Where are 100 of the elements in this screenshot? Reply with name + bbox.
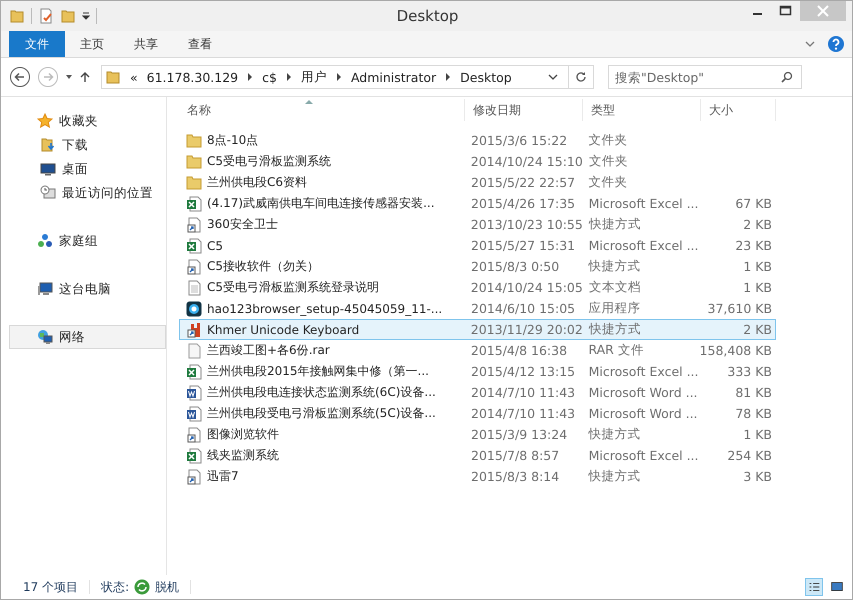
file-row[interactable]: (4.17)武威南供电车间电连接传感器安装... 2015/4/26 17:35 Microsoft Excel ... 67 KB (179, 193, 776, 214)
file-row[interactable]: 兰州供电段电连接状态监测系统(6C)设备... 2014/7/10 11:43 Microsoft Word ... 81 KB (179, 382, 776, 403)
file-name: 8点-10点 (207, 132, 258, 149)
sidebar-item[interactable]: 桌面 (9, 157, 166, 181)
file-type: 应用程序 (588, 300, 642, 317)
details-view-button[interactable] (805, 578, 823, 596)
globe-app-icon (186, 300, 202, 316)
file-row[interactable]: Khmer Unicode Keyboard 2013/11/29 20:02 快捷方式 2 KB (179, 319, 776, 340)
modified-date: 2014/7/10 11:43 (470, 406, 576, 421)
breadcrumb-item[interactable]: 61.178.30.129 (146, 70, 238, 84)
file-row[interactable]: 兰州供电段2015年接触网集中修（第一... 2015/4/12 13:15 Microsoft Excel ... 333 KB (179, 361, 776, 382)
file-row[interactable]: C5 2015/5/27 15:31 Microsoft Excel ... 23 KB (179, 235, 776, 256)
file-type: 快捷方式 (587, 426, 642, 443)
file-type: 文件夹 (588, 132, 629, 149)
sync-icon (134, 579, 150, 595)
file-type: 文本文档 (588, 279, 642, 296)
properties-icon[interactable] (38, 8, 54, 24)
breadcrumb-item[interactable]: 用户 (300, 68, 327, 86)
file-row[interactable]: 迅雷7 2015/8/3 8:14 快捷方式 3 KB (179, 466, 776, 487)
modified-date: 2014/10/24 15:10 (470, 154, 583, 169)
modified-date: 2014/6/10 15:05 (470, 301, 576, 316)
chevron-right-icon[interactable] (445, 73, 452, 81)
file-type: 快捷方式 (588, 216, 642, 233)
file-row[interactable]: 8点-10点 2015/3/6 15:22 文件夹 (179, 130, 776, 151)
file-row[interactable]: C5受电弓滑板监测系统登录说明 2014/10/24 15:05 文本文档 1 KB (179, 277, 776, 298)
file-row[interactable]: 兰州供电段C6资料 2015/5/22 22:57 文件夹 (179, 172, 776, 193)
column-header[interactable]: 大小 (701, 99, 776, 121)
file-row[interactable]: 图像浏览软件 2015/3/9 13:24 快捷方式 1 KB (179, 424, 776, 445)
window-title: Desktop (396, 7, 460, 25)
file-type: Microsoft Excel ... (588, 364, 700, 379)
offline-status: 脱机 (155, 578, 180, 596)
ribbon-tab[interactable]: 主页 (65, 31, 119, 57)
file-name: hao123browser_setup-45045059_11-... (207, 302, 442, 316)
chevron-right-icon[interactable] (286, 73, 292, 81)
sidebar-label: 最近访问的位置 (62, 184, 153, 202)
breadcrumb-item[interactable]: Administrator (350, 70, 436, 84)
ribbon-tab[interactable]: 共享 (119, 31, 173, 57)
ribbon-tab[interactable]: 查看 (173, 31, 227, 57)
sidebar-item[interactable]: 下载 (9, 133, 166, 157)
item-count: 17 个项目 (23, 578, 78, 596)
file-row[interactable]: 线夹监测系统 2015/7/8 8:57 Microsoft Excel ... 254 KB (179, 445, 776, 466)
back-button[interactable] (9, 66, 31, 88)
file-row[interactable]: C5接收软件（勿关） 2015/8/3 0:50 快捷方式 1 KB (179, 256, 776, 277)
document-icon (186, 406, 202, 422)
sidebar-label: 家庭组 (59, 232, 98, 250)
file-type: Microsoft Word ... (588, 385, 699, 400)
file-icon (186, 342, 202, 358)
recent-dropdown-icon[interactable] (65, 73, 73, 81)
file-size: 81 KB (734, 385, 774, 400)
sidebar-item[interactable]: 这台电脑 (9, 277, 166, 301)
file-row[interactable]: 兰西竣工图+各6份.rar 2015/4/8 16:38 RAR 文件 158,408 KB (179, 340, 776, 361)
help-icon[interactable] (828, 36, 844, 52)
column-header[interactable]: 修改日期 (465, 99, 583, 121)
column-header[interactable]: 名称 (179, 99, 465, 121)
modified-date: 2013/10/23 10:55 (470, 217, 583, 232)
new-folder-icon[interactable] (60, 8, 76, 24)
recent-places-icon (40, 185, 56, 201)
column-header[interactable]: 类型 (583, 99, 701, 121)
sidebar-label: 收藏夹 (59, 112, 98, 130)
shortcut-icon (186, 426, 202, 442)
file-row[interactable]: C5受电弓滑板监测系统 2014/10/24 15:10 文件夹 (179, 151, 776, 172)
file-row[interactable]: hao123browser_setup-45045059_11-... 2014/6/10 15:05 应用程序 37,610 KB (179, 298, 776, 319)
folder-icon[interactable] (9, 8, 25, 24)
breadcrumb-item[interactable]: « (130, 70, 138, 84)
file-name: 360安全卫士 (207, 216, 278, 233)
address-bar[interactable]: « 61.178.30.129 c$ 用户 Administrator Desktop (101, 65, 594, 89)
file-name: Khmer Unicode Keyboard (207, 322, 360, 336)
shortcut-icon (186, 468, 202, 484)
spreadsheet-icon (186, 448, 202, 464)
modified-date: 2013/11/29 20:02 (470, 322, 583, 337)
column-label: 大小 (709, 102, 733, 118)
file-name: 兰西竣工图+各6份.rar (207, 342, 330, 359)
file-name: 迅雷7 (207, 468, 239, 485)
column-label: 修改日期 (473, 102, 521, 118)
modified-date: 2015/4/8 16:38 (470, 343, 568, 358)
file-row[interactable]: 360安全卫士 2013/10/23 10:55 快捷方式 2 KB (179, 214, 776, 235)
file-name: 兰州供电段2015年接触网集中修（第一... (207, 363, 429, 380)
sidebar-item[interactable]: 家庭组 (9, 229, 166, 253)
sidebar-item[interactable]: 最近访问的位置 (9, 181, 166, 205)
shortcut-icon (186, 322, 202, 338)
sidebar-item[interactable]: 网络 (9, 325, 166, 349)
file-name: (4.17)武威南供电车间电连接传感器安装... (207, 195, 435, 212)
up-arrow-icon[interactable] (79, 71, 91, 83)
text-file-icon (186, 280, 202, 296)
search-field[interactable]: 搜索"Desktop" (608, 65, 802, 89)
sidebar-label: 这台电脑 (59, 280, 111, 298)
chevron-right-icon[interactable] (336, 73, 342, 81)
file-type: 文件夹 (588, 153, 629, 170)
folder-icon (186, 132, 202, 148)
sidebar-item[interactable]: 收藏夹 (9, 109, 166, 133)
dropdown-icon[interactable] (82, 12, 90, 20)
chevron-right-icon[interactable] (247, 73, 254, 81)
breadcrumb-item[interactable]: c$ (262, 70, 277, 84)
modified-date: 2015/8/3 8:14 (470, 469, 560, 484)
breadcrumb-item[interactable]: Desktop (460, 70, 512, 84)
file-name: 线夹监测系统 (207, 447, 279, 464)
file-size: 2 KB (742, 322, 773, 337)
file-size: 1 KB (742, 259, 774, 274)
file-row[interactable]: 兰州供电段受电弓滑板监测系统(5C)设备... 2014/7/10 11:43 Microsoft Word ... 78 KB (179, 403, 776, 424)
refresh-icon[interactable] (575, 71, 587, 83)
